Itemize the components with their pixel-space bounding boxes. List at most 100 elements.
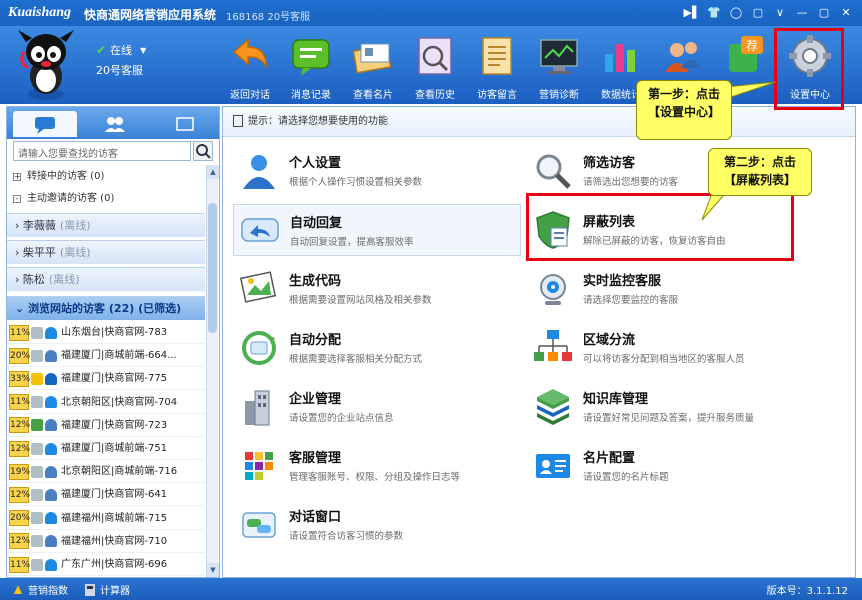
visitor-row[interactable]: 12% 福建福州|快商官网-710: [7, 530, 205, 553]
statistics-icon: [605, 44, 635, 72]
visitor-row[interactable]: 19% 北京朝阳区|商城前端-716: [7, 460, 205, 484]
tree-transferring-visitors[interactable]: + 转接中的访客 (0): [13, 167, 104, 187]
chat-bubble-icon[interactable]: ◯: [726, 3, 746, 23]
visitor-label: 福建福州|商城前端-715: [61, 512, 168, 524]
feature-auto-assign[interactable]: 自动分配 根据需要选择客服相关分配方式: [233, 322, 521, 374]
visitor-row[interactable]: 12% 福建厦门|快商官网-723: [7, 414, 205, 437]
browser-icon: [31, 488, 43, 501]
chevron-right-icon: ›: [15, 273, 20, 286]
feature-knowledge-base[interactable]: 知识库管理 请设置好常见问题及答案，提升服务质量: [527, 381, 815, 433]
visitor-search-input[interactable]: 请输入您要查找的访客: [13, 141, 191, 161]
toolbar-label: 返回对话: [230, 90, 270, 101]
visitor-user-icon: [45, 372, 57, 385]
title-bar: Kuaishang 快商通网络营销应用系统 168168 20号客服 ▶▌ 👕 …: [0, 0, 862, 26]
webcam-icon: [540, 274, 566, 305]
play-pause-icon[interactable]: ▶▌: [682, 3, 702, 23]
toolbar-message-log[interactable]: 消息记录: [282, 34, 340, 102]
skin-icon[interactable]: 👕: [704, 3, 724, 23]
browser-icon: [31, 326, 43, 339]
visitor-user-icon: [45, 535, 57, 548]
browser-icon: [31, 535, 43, 548]
diagnosis-icon: [540, 39, 578, 74]
group-chen-song[interactable]: › 陈松 (离线): [7, 267, 205, 291]
minimize-button[interactable]: —: [792, 3, 812, 23]
network-tree-icon: [534, 330, 572, 361]
marketing-index-button[interactable]: 营销指数: [12, 582, 68, 597]
calculator-icon: [85, 583, 95, 596]
toolbar-back-to-chat[interactable]: 返回对话: [221, 34, 279, 102]
feature-chat-window[interactable]: 对话窗口 请设置符合访客习惯的参数: [233, 499, 521, 551]
visitor-label: 北京朝阳区|商城前端-716: [61, 466, 178, 478]
visitor-row[interactable]: 12% 福建厦门|快商官网-641: [7, 483, 205, 507]
toolbar-marketing-diagnosis[interactable]: 营销诊断: [530, 34, 588, 102]
match-percent-badge: 33%: [9, 370, 30, 387]
window-controls: ▶▌ 👕 ◯ ▢ ∨ — ▢ ✕: [682, 3, 856, 23]
group-browsing-visitors[interactable]: ⌄ 浏览网站的访客 (22) (已筛选): [7, 296, 205, 320]
visitor-row[interactable]: 11% 山东烟台|快商官网-783: [7, 321, 205, 344]
tab-contacts[interactable]: [83, 111, 147, 137]
visitor-user-icon: [45, 558, 57, 571]
match-percent-badge: 11%: [9, 556, 30, 573]
chevron-right-icon: ›: [15, 246, 20, 259]
avatar[interactable]: [8, 28, 84, 102]
visitor-row[interactable]: 33% 福建厦门|快商官网-775: [7, 367, 205, 391]
visitor-row[interactable]: 11% 北京朝阳区|快商官网-704: [7, 391, 205, 414]
visitor-row[interactable]: 11% 广东广州|快商官网-696: [7, 553, 205, 576]
feature-card-config[interactable]: 名片配置 请设置您的名片标题: [527, 440, 815, 492]
visitor-row[interactable]: 20% 福建福州|商城前端-715: [7, 507, 205, 530]
feature-enterprise-management[interactable]: 企业管理 请设置您的企业站点信息: [233, 381, 521, 433]
toolbar-view-history[interactable]: 查看历史: [406, 34, 464, 102]
browser-icon: [31, 349, 43, 362]
toolbar-label: 查看历史: [415, 90, 455, 101]
feature-realtime-monitor[interactable]: 实时监控客服 请选择您要监控的客服: [527, 263, 815, 315]
recommend-badge: 荐: [746, 39, 758, 53]
feature-auto-reply[interactable]: 自动回复 自动回复设置，提高客服效率: [233, 204, 521, 256]
callout-step1: 第一步：点击 【设置中心】: [636, 80, 732, 140]
feature-regional-routing[interactable]: 区域分流 可以将访客分配到相当地区的客服人员: [527, 322, 815, 374]
scroll-thumb[interactable]: [208, 203, 217, 333]
app-window: Kuaishang 快商通网络营销应用系统 168168 20号客服 ▶▌ 👕 …: [0, 0, 862, 600]
search-button[interactable]: [193, 141, 213, 161]
visitor-label: 福建厦门|商城前端-751: [61, 443, 168, 454]
calculator-button[interactable]: 计算器: [84, 582, 130, 597]
feature-staff-management[interactable]: 客服管理 管理客服账号、权限、分组及操作日志等: [233, 440, 521, 492]
app-logo: Kuaishang: [8, 5, 72, 20]
feature-generate-code[interactable]: 生成代码 根据需要设置网站风格及相关参数: [233, 263, 521, 315]
visitor-label: 广东广州|快商官网-696: [61, 559, 168, 570]
match-percent-badge: 12%: [9, 486, 30, 503]
visitor-user-icon: [45, 419, 57, 432]
feature-personal-settings[interactable]: 个人设置 根据个人操作习惯设置相关参数: [233, 145, 521, 197]
block-list-highlight-box: [526, 193, 794, 261]
magnifier-icon: [536, 154, 571, 189]
tab-conversations[interactable]: [13, 111, 77, 137]
visitor-row[interactable]: 12% 福建厦门|商城前端-751: [7, 437, 205, 460]
recommend-icon: 荐: [729, 36, 763, 72]
toolbar-visitor-message[interactable]: 访客留言: [468, 34, 526, 102]
sidebar-scrollbar[interactable]: ▲ ▼: [206, 165, 219, 577]
group-chai-pingping[interactable]: › 柴平平 (离线): [7, 240, 205, 264]
lock-icon[interactable]: ▢: [748, 3, 768, 23]
group-li-weiwei[interactable]: › 李薇薇 (离线): [7, 213, 205, 237]
person-icon: [243, 155, 275, 189]
scroll-down-icon[interactable]: ▼: [207, 563, 219, 577]
close-button[interactable]: ✕: [836, 3, 856, 23]
online-status[interactable]: ✔ 在线 ▼: [96, 42, 146, 58]
version-label: 版本号：3.1.1.12: [766, 586, 848, 597]
tab-messages[interactable]: [153, 111, 217, 137]
visitor-message-icon: [482, 37, 512, 75]
tree-invited-visitors[interactable]: - 主动邀请的访客 (0): [13, 189, 114, 209]
auto-assign-icon: [242, 331, 276, 365]
settings-highlight-box: [774, 28, 844, 110]
visitor-label: 北京朝阳区|快商官网-704: [61, 396, 178, 408]
toolbar-view-card[interactable]: 查看名片: [344, 34, 402, 102]
chevron-down-icon: ⌄: [15, 302, 25, 315]
visitor-row[interactable]: 20% 福建厦门|商城前端-664...: [7, 344, 205, 368]
scroll-up-icon[interactable]: ▲: [207, 165, 219, 179]
menu-dropdown-icon[interactable]: ∨: [770, 3, 790, 23]
visitor-user-icon: [45, 442, 57, 455]
match-percent-badge: 11%: [9, 394, 30, 411]
expand-toggle-icon: +: [13, 172, 21, 181]
maximize-button[interactable]: ▢: [814, 3, 834, 23]
auto-reply-icon: [241, 218, 279, 242]
chevron-down-icon: ▼: [140, 45, 147, 55]
